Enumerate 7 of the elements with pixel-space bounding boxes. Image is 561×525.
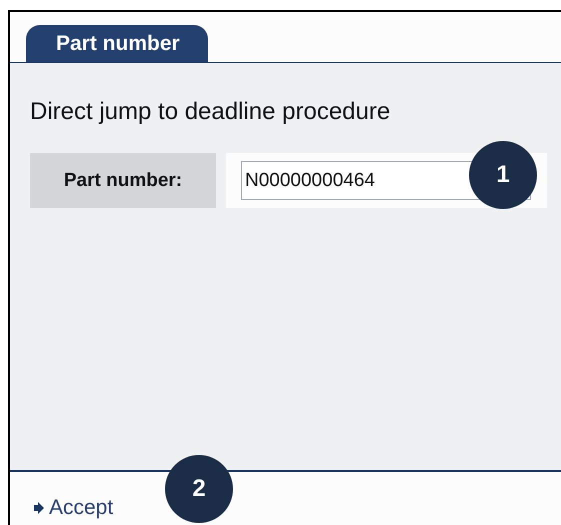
tab[interactable]: Part number <box>26 25 208 62</box>
callout-tooltip: 2 <box>165 455 233 523</box>
arrow-icon <box>34 502 44 514</box>
field-label: Part number: <box>30 153 216 208</box>
accept-link[interactable]: Accept <box>34 496 114 520</box>
heading: Direct jump to deadline procedure <box>30 98 392 126</box>
callout-tooltip: 1 <box>469 141 537 209</box>
